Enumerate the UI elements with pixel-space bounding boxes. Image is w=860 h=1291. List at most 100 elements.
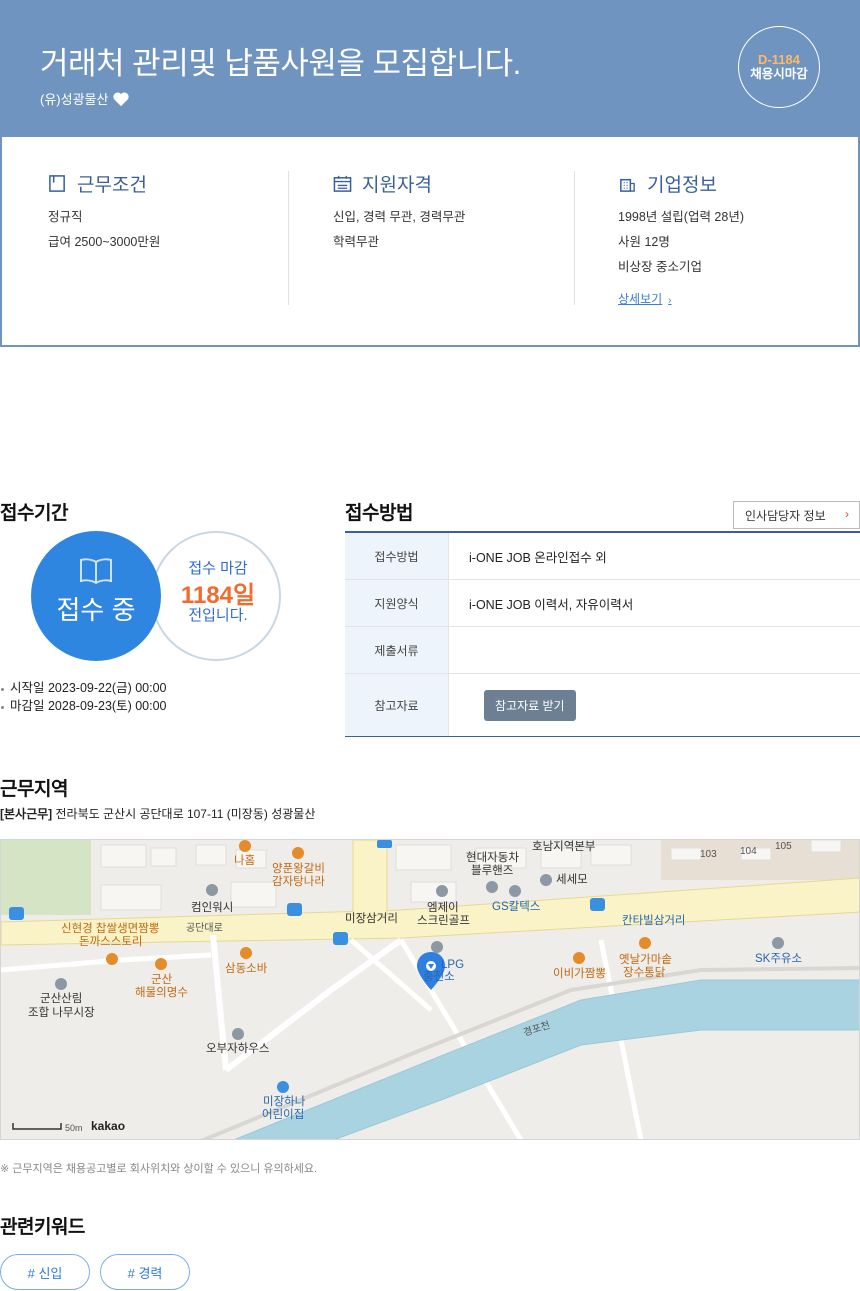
application-status: 접수 중 bbox=[56, 595, 136, 625]
map-label: 블루핸즈 bbox=[471, 865, 514, 877]
map-label: 충전소 bbox=[423, 971, 455, 983]
map-label: 105 bbox=[775, 841, 792, 852]
row-label: 제출서류 bbox=[345, 627, 449, 673]
row-value: i-ONE JOB 온라인접수 외 bbox=[469, 550, 607, 565]
method-table: 접수방법 i-ONE JOB 온라인접수 외 지원양식 i-ONE JOB 이력… bbox=[345, 531, 860, 737]
map-label: GS칼텍스 bbox=[492, 901, 541, 913]
row-value: i-ONE JOB 이력서, 자유이력서 bbox=[469, 597, 634, 612]
chevron-right-icon: › bbox=[668, 295, 672, 306]
map-label: 호남지역본부 bbox=[532, 841, 596, 853]
deadline-suffix: 전입니다. bbox=[188, 607, 248, 624]
chevron-right-icon: › bbox=[845, 507, 849, 521]
keyword-tag[interactable]: # 신입 bbox=[0, 1254, 90, 1290]
document-icon bbox=[49, 174, 65, 192]
map-label: 신현경 찹쌀생면짬뽕 bbox=[61, 923, 160, 935]
column-divider bbox=[574, 171, 575, 305]
qualification-heading: 지원자격 bbox=[333, 171, 573, 196]
map-canvas[interactable] bbox=[1, 840, 860, 1140]
map-label: 104 bbox=[740, 846, 757, 857]
education-requirement: 학력무관 bbox=[333, 235, 380, 249]
map-label: 해물의명수 bbox=[135, 987, 188, 999]
hr-contact-label: 인사담당자 정보 bbox=[745, 508, 826, 523]
row-value: 참고자료 받기 bbox=[449, 674, 860, 736]
map-label: 엠제이 bbox=[427, 902, 459, 914]
qualification-column: 지원자격 신입, 경력 무관, 경력무관 학력무관 bbox=[333, 171, 573, 305]
location-title: 근무지역 bbox=[0, 779, 68, 800]
map-label: 이비가짬뽕 bbox=[553, 968, 606, 980]
map-label: 미장하나 bbox=[263, 1096, 306, 1108]
map-label: 옛날가마솥 bbox=[619, 954, 672, 966]
keywords-title: 관련키워드 bbox=[0, 1217, 85, 1238]
map-label: 스크린골프 bbox=[417, 915, 470, 927]
map-label: 삼동소바 bbox=[225, 963, 268, 975]
location-tag: [본사근무] bbox=[0, 807, 53, 821]
status-circle: 접수 중 bbox=[31, 531, 161, 661]
method-title: 접수방법 bbox=[345, 503, 413, 524]
row-value bbox=[449, 627, 860, 673]
company-info-column: 기업정보 1998년 설립(업력 28년) 사원 12명 비상장 중소기업 상세… bbox=[618, 171, 858, 307]
column-divider bbox=[288, 171, 289, 305]
qualification-title: 지원자격 bbox=[362, 174, 432, 196]
company-type: 비상장 중소기업 bbox=[618, 260, 702, 274]
map-label: 장수통닭 bbox=[623, 967, 666, 979]
map-label: 칸타빌삼거리 bbox=[622, 915, 686, 927]
building-icon bbox=[620, 178, 635, 192]
job-title: 거래처 관리및 납품사원을 모집합니다. bbox=[40, 46, 521, 81]
founded-info: 1998년 설립(업력 28년) bbox=[618, 210, 744, 224]
end-date: 마감일 2028-09-23(토) 00:00 bbox=[0, 697, 167, 715]
company-name-row: (유)성광물산 bbox=[40, 89, 130, 108]
map-label: 현대자동차 bbox=[466, 852, 519, 864]
address-text: 전라북도 군산시 공단대로 107-11 (미장동) 성광물산 bbox=[55, 807, 316, 821]
location-map[interactable]: 나홈 양푼왕갈비 감자탕나라 현대자동차 블루핸즈 호남지역본부 103 104… bbox=[0, 839, 860, 1140]
dday-badge: D-1184 채용시마감 bbox=[738, 26, 820, 108]
map-label: 공단대로 bbox=[186, 923, 223, 934]
location-address: [본사근무] 전라북도 군산시 공단대로 107-11 (미장동) 성광물산 bbox=[0, 805, 315, 822]
company-detail-label: 상세보기 bbox=[618, 292, 663, 306]
table-row: 지원양식 i-ONE JOB 이력서, 자유이력서 bbox=[345, 580, 860, 627]
company-info-title: 기업정보 bbox=[647, 174, 717, 196]
hr-contact-button[interactable]: 인사담당자 정보 › bbox=[733, 501, 860, 529]
map-label: 군산 bbox=[151, 974, 173, 986]
map-label: 미장삼거리 bbox=[345, 913, 398, 925]
period-title: 접수기간 bbox=[0, 503, 68, 524]
row-label: 지원양식 bbox=[345, 580, 449, 626]
table-row: 참고자료 참고자료 받기 bbox=[345, 674, 860, 736]
map-label: 세세모 bbox=[556, 874, 588, 886]
conditions-heading: 근무조건 bbox=[48, 171, 288, 196]
map-label: SK주유소 bbox=[755, 953, 803, 965]
map-brand-logo: kakao bbox=[91, 1119, 126, 1133]
conditions-column: 근무조건 정규직 급여 2500~3000만원 bbox=[48, 171, 288, 305]
map-label: 나홈 bbox=[234, 855, 256, 867]
employee-count: 사원 12명 bbox=[618, 235, 670, 249]
map-label: 돈까스스토리 bbox=[79, 936, 143, 948]
map-label: 감자탕나라 bbox=[272, 876, 325, 888]
map-label: 군산산림 bbox=[40, 993, 83, 1005]
book-icon bbox=[80, 558, 112, 585]
map-label: 오부자하우스 bbox=[206, 1043, 270, 1055]
salary: 급여 2500~3000만원 bbox=[48, 235, 161, 249]
company-detail-link[interactable]: 상세보기 › bbox=[618, 290, 672, 307]
row-label: 접수방법 bbox=[345, 533, 449, 579]
table-row: 제출서류 bbox=[345, 627, 860, 674]
keyword-tag[interactable]: # 경력 bbox=[100, 1254, 190, 1290]
employment-type: 정규직 bbox=[48, 210, 83, 224]
company-name[interactable]: (유)성광물산 bbox=[40, 89, 108, 108]
map-label: 어린이집 bbox=[262, 1109, 305, 1121]
map-label: 컴인워시 bbox=[191, 902, 234, 914]
dday-label: 채용시마감 bbox=[750, 67, 808, 81]
heart-icon[interactable] bbox=[112, 91, 130, 107]
company-info-heading: 기업정보 bbox=[618, 171, 858, 196]
map-label: 양푼왕갈비 bbox=[272, 863, 325, 875]
start-date: 시작일 2023-09-22(금) 00:00 bbox=[0, 679, 167, 697]
deadline-circle: 접수 마감 1184일 전입니다. bbox=[151, 531, 281, 661]
calendar-icon bbox=[333, 175, 352, 192]
summary-box: 근무조건 정규직 급여 2500~3000만원 지원자격 신입, 경력 무관, … bbox=[0, 137, 860, 347]
period-dates: 시작일 2023-09-22(금) 00:00 마감일 2028-09-23(토… bbox=[0, 679, 167, 715]
map-scale-label: 50m bbox=[65, 1123, 83, 1133]
row-label: 참고자료 bbox=[345, 674, 449, 736]
map-label: 103 bbox=[700, 849, 717, 860]
job-header: 거래처 관리및 납품사원을 모집합니다. (유)성광물산 D-1184 채용시마… bbox=[0, 0, 860, 137]
location-note: ※ 근무지역은 채용공고별로 회사위치와 상이할 수 있으니 유의하세요. bbox=[0, 1163, 318, 1175]
career-requirement: 신입, 경력 무관, 경력무관 bbox=[333, 210, 466, 224]
download-reference-button[interactable]: 참고자료 받기 bbox=[484, 689, 576, 721]
